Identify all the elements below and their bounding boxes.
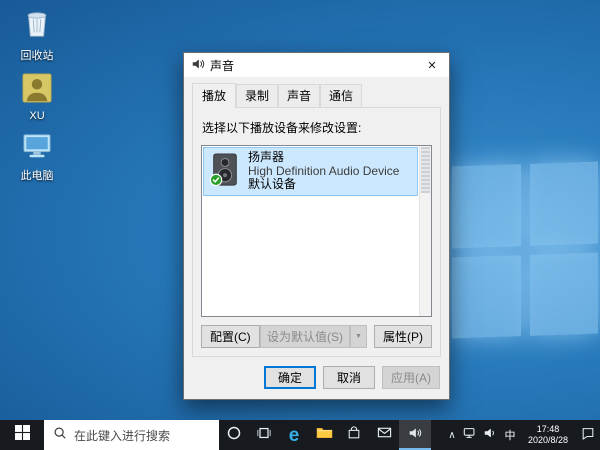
taskbar: 在此键入进行搜索 e ∧ 中 17:48 2020/8/28 [0,420,600,450]
set-default-split-button: 设为默认值(S) ▼ [260,325,367,348]
search-placeholder-text: 在此键入进行搜索 [74,428,171,443]
task-view-button[interactable] [249,420,279,450]
instruction-text: 选择以下播放设备来修改设置: [202,121,362,135]
desktop-icon-this-pc[interactable]: 此电脑 [6,132,68,183]
cortana-icon [226,425,242,446]
sound-app-icon [407,425,423,446]
recycle-bin-icon [21,6,53,45]
speaker-icon [191,57,205,74]
windows-start-icon [14,425,30,445]
playback-tab-page: 选择以下播放设备来修改设置: 扬声器 High Definition Audio [192,107,441,357]
tab-communications[interactable]: 通信 [320,84,363,107]
file-explorer-icon [316,425,333,445]
desktop-icon-label: 回收站 [20,50,54,62]
tab-strip: 播放 录制 声音 通信 [192,83,441,108]
volume-tray-button[interactable] [480,420,500,450]
device-list-item-speakers[interactable]: 扬声器 High Definition Audio Device 默认设备 [203,147,418,196]
windows-logo-pane [452,254,521,339]
listbox-scrollbar[interactable] [419,146,431,316]
desktop-icon-user-folder[interactable]: XU [6,73,68,122]
apply-button[interactable]: 应用(A) [382,366,440,389]
clock-time: 17:48 [536,424,560,434]
system-tray: ∧ 中 17:48 2020/8/28 [444,420,600,450]
network-tray-button[interactable] [460,420,480,450]
desktop-icon-recycle-bin[interactable]: 回收站 [6,6,68,63]
sound-dialog: 声音 ✕ 播放 录制 声音 通信 选择以下播放设备来修改设置: 扬声器 High… [183,52,450,400]
sound-dialog-taskbar-button[interactable] [399,420,431,450]
mail-icon [377,425,392,445]
desktop-icon-label: 此电脑 [20,170,54,182]
show-hidden-icons-button[interactable]: ∧ [444,420,460,450]
mail-button[interactable] [369,420,399,450]
device-text-block: 扬声器 High Definition Audio Device 默认设备 [248,150,400,192]
properties-button[interactable]: 属性(P) [374,325,432,348]
desktop-icon-list: 回收站 XU 此电脑 [6,6,68,183]
device-description: High Definition Audio Device [248,163,400,178]
set-default-dropdown-button[interactable]: ▼ [350,325,367,348]
device-actions-row: 配置(C) 设为默认值(S) ▼ 属性(P) [201,325,432,348]
store-icon [347,425,361,445]
tab-recording[interactable]: 录制 [236,84,279,107]
cortana-button[interactable] [219,420,249,450]
user-avatar-icon [22,73,52,108]
ok-button[interactable]: 确定 [264,366,316,389]
taskbar-clock[interactable]: 17:48 2020/8/28 [520,420,576,450]
start-button[interactable] [0,420,44,450]
network-icon [463,426,477,445]
dialog-bottom-buttons: 确定 取消 应用(A) [184,357,449,399]
edge-button[interactable]: e [279,420,309,450]
task-view-icon [256,425,272,446]
clock-container: 17:48 2020/8/28 [528,424,568,446]
close-button[interactable]: ✕ [415,53,449,77]
notification-icon [581,426,595,445]
dialog-titlebar[interactable]: 声音 ✕ [184,53,449,77]
file-explorer-button[interactable] [309,420,339,450]
device-status: 默认设备 [248,177,297,191]
windows-logo-pane [529,251,598,336]
ime-indicator[interactable]: 中 [500,420,520,450]
chevron-down-icon: ▼ [355,333,362,340]
clock-date: 2020/8/28 [527,435,569,445]
tab-playback[interactable]: 播放 [192,83,237,108]
dialog-title: 声音 [210,58,235,73]
speaker-device-icon [208,153,242,190]
this-pc-icon [21,132,53,165]
volume-icon [483,426,497,445]
device-name: 扬声器 [248,150,285,164]
action-center-button[interactable] [576,420,600,450]
tab-sounds[interactable]: 声音 [278,84,321,107]
cancel-button[interactable]: 取消 [323,366,375,389]
set-default-button[interactable]: 设为默认值(S) [260,325,350,348]
windows-logo-wallpaper [452,161,598,339]
taskbar-search-input[interactable]: 在此键入进行搜索 [44,420,219,450]
edge-icon: e [288,424,300,446]
windows-logo-pane [452,164,521,249]
device-listbox[interactable]: 扬声器 High Definition Audio Device 默认设备 [201,145,432,317]
search-icon [53,426,67,445]
configure-button[interactable]: 配置(C) [201,325,260,348]
desktop-icon-label: XU [29,110,45,122]
scrollbar-thumb[interactable] [421,147,430,193]
store-button[interactable] [339,420,369,450]
windows-logo-pane [529,161,598,246]
